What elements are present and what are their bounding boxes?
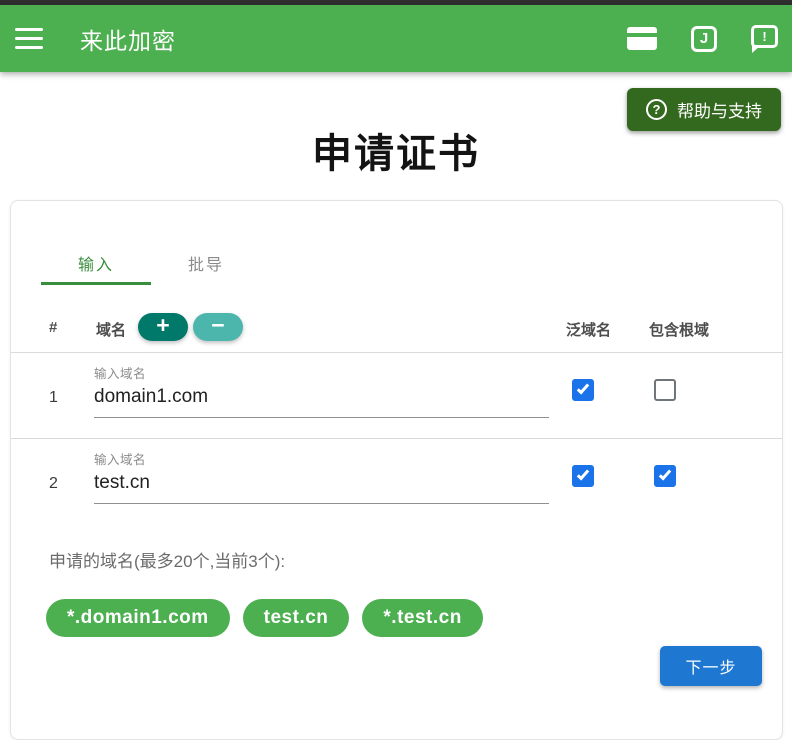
row-index: 2 bbox=[49, 475, 58, 492]
column-header-index: # bbox=[49, 319, 58, 336]
domain-chip-list: *.domain1.com test.cn *.test.cn bbox=[46, 599, 483, 637]
remove-domain-button[interactable]: − bbox=[193, 313, 243, 341]
include-root-checkbox[interactable] bbox=[654, 379, 676, 401]
app-title: 来此加密 bbox=[80, 27, 176, 54]
input-label: 输入域名 bbox=[94, 453, 147, 467]
wildcard-checkbox[interactable] bbox=[572, 465, 594, 487]
app-bar: 来此加密 J ! bbox=[0, 5, 792, 72]
include-root-checkbox[interactable] bbox=[654, 465, 676, 487]
domain-chip: test.cn bbox=[242, 599, 350, 637]
domain-field: 输入域名 bbox=[94, 449, 549, 504]
input-label: 输入域名 bbox=[94, 367, 147, 381]
domain-table-header: # 域名 + − 泛域名 包含根域 bbox=[11, 301, 782, 353]
hamburger-menu-icon[interactable] bbox=[15, 28, 43, 49]
domain-field: 输入域名 bbox=[94, 363, 549, 418]
tab-bar: 输入 批导 bbox=[41, 241, 261, 285]
active-tab-indicator bbox=[41, 282, 151, 285]
add-domain-button[interactable]: + bbox=[138, 313, 188, 341]
domain-chip: *.test.cn bbox=[362, 599, 483, 637]
domain-row: 1 输入域名 bbox=[11, 353, 782, 439]
next-step-button[interactable]: 下一步 bbox=[660, 646, 762, 686]
row-index: 1 bbox=[49, 389, 58, 406]
question-mark-icon: ? bbox=[646, 99, 667, 120]
credit-card-icon[interactable] bbox=[627, 27, 657, 50]
page-header: ? 帮助与支持 申请证书 bbox=[0, 72, 792, 200]
checkmark-icon bbox=[576, 467, 590, 481]
help-support-button[interactable]: ? 帮助与支持 bbox=[627, 88, 781, 131]
wildcard-checkbox[interactable] bbox=[572, 379, 594, 401]
column-header-include-root: 包含根域 bbox=[649, 322, 710, 339]
requested-domains-summary: 申请的域名(最多20个,当前3个): bbox=[49, 552, 286, 571]
domain-input[interactable] bbox=[94, 384, 549, 418]
domain-chip: *.domain1.com bbox=[46, 599, 230, 637]
appbar-actions: J ! bbox=[627, 24, 780, 53]
j-badge-icon[interactable]: J bbox=[691, 25, 717, 52]
tab-batch-import[interactable]: 批导 bbox=[151, 241, 261, 285]
column-header-domain: 域名 bbox=[96, 322, 127, 339]
help-button-label: 帮助与支持 bbox=[677, 102, 762, 121]
domain-row: 2 输入域名 bbox=[11, 439, 782, 525]
certificate-form-card: 输入 批导 # 域名 + − 泛域名 包含根域 1 输入域名 2 输入域名 申请… bbox=[10, 200, 783, 740]
feedback-icon[interactable]: ! bbox=[751, 24, 778, 53]
tab-input[interactable]: 输入 bbox=[41, 241, 151, 285]
domain-input[interactable] bbox=[94, 470, 549, 504]
checkmark-icon bbox=[576, 381, 590, 395]
checkmark-icon bbox=[658, 467, 672, 481]
column-header-wildcard: 泛域名 bbox=[566, 322, 612, 339]
